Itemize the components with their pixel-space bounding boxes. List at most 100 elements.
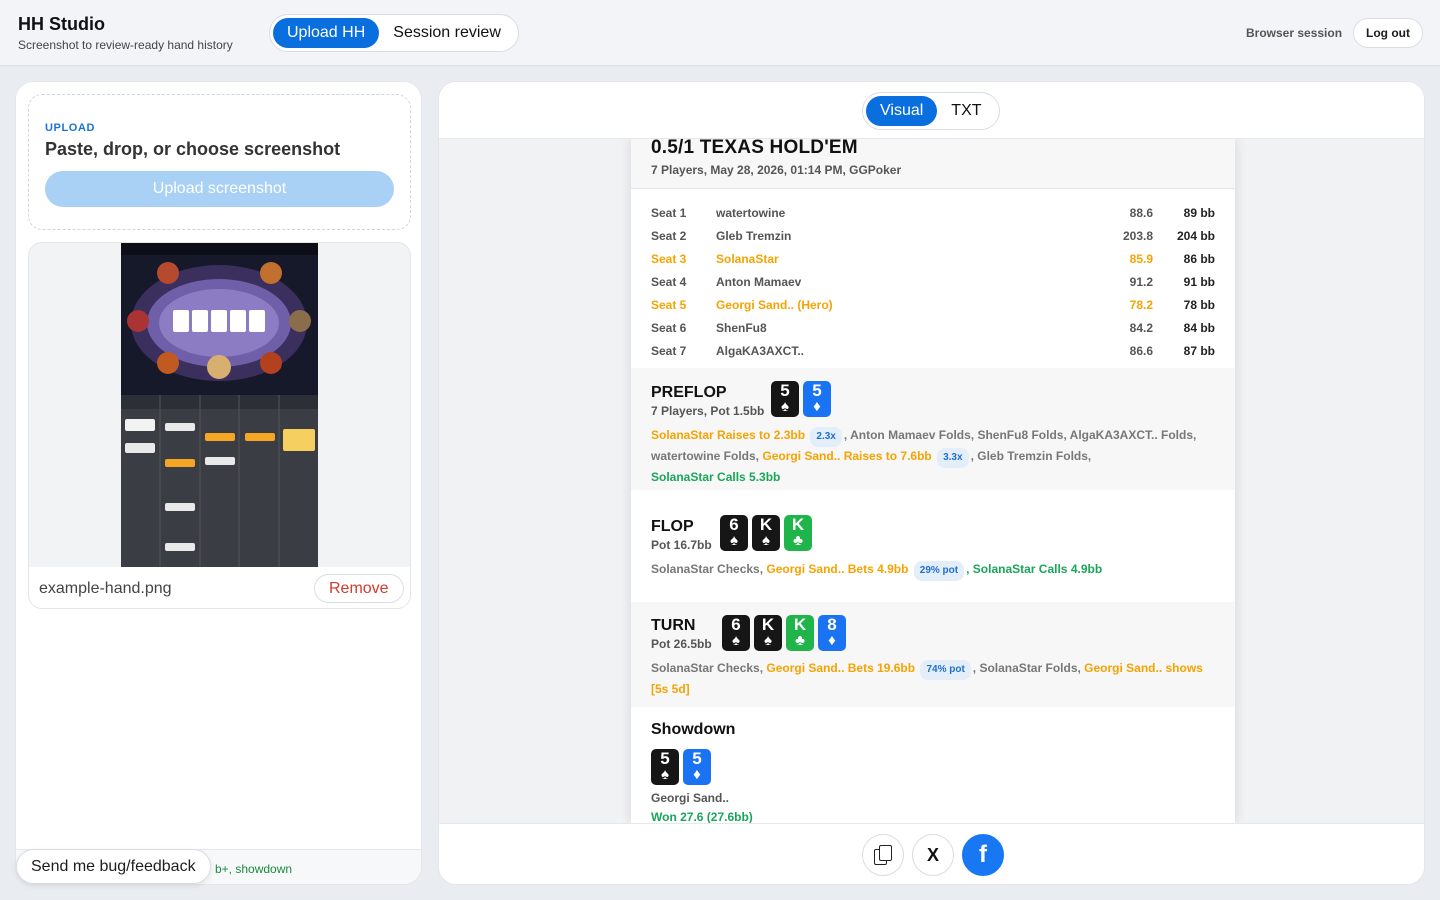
turn-title: TURN — [651, 617, 696, 634]
card-suit-icon: ♠ — [730, 532, 738, 549]
tab-visual[interactable]: Visual — [866, 96, 938, 126]
player-name: SolanaStar — [716, 252, 779, 266]
file-preview-card: example-hand.png Remove — [28, 242, 411, 609]
file-name: example-hand.png — [39, 580, 172, 597]
action-call: SolanaStar Calls 5.3bb — [651, 470, 781, 484]
view-toggle-bar: Visual TXT — [439, 82, 1424, 139]
playing-card: 5 ♦ — [803, 381, 831, 417]
action-check: SolanaStar Checks, — [651, 562, 767, 576]
flop-sub: Pot 16.7bb — [651, 538, 712, 552]
showdown-section: Showdown 5 ♠ 5 ♦ Georgi Sand.. Won 27.6 (27… — [631, 707, 1235, 823]
seat-number: Seat 2 — [651, 229, 687, 243]
action-hero-bet: Georgi Sand.. Bets 4.9bb — [766, 562, 909, 576]
action-fold: , SolanaStar Folds, — [972, 661, 1085, 675]
preflop-actions: SolanaStar Raises to 2.3bb 2.3x, Anton M… — [651, 426, 1211, 486]
raise-size-badge: 3.3x — [937, 448, 969, 468]
card-suit-icon: ♠ — [732, 632, 740, 649]
logout-button[interactable]: Log out — [1353, 18, 1423, 48]
playing-card: K ♠ — [754, 615, 782, 651]
showdown-player: Georgi Sand.. — [651, 791, 730, 805]
copy-button[interactable] — [862, 834, 904, 876]
bet-size-badge: 74% pot — [920, 660, 971, 680]
stack-bb: 91 bb — [1183, 275, 1215, 289]
stack-bb: 87 bb — [1183, 344, 1215, 358]
x-icon: X — [926, 844, 939, 865]
playing-card: 6 ♠ — [720, 515, 748, 551]
app-title: HH Studio — [18, 14, 105, 34]
game-subtitle: 7 Players, May 28, 2026, 01:14 PM, GGPok… — [651, 163, 902, 177]
stack-bb: 86 bb — [1183, 252, 1215, 266]
hand-preview-area[interactable]: 0.5/1 TEXAS HOLD'EM 7 Players, May 28, 2… — [439, 139, 1424, 823]
stack-bb: 204 bb — [1176, 229, 1215, 243]
action-hero-raise: Georgi Sand.. Raises to 7.6bb — [762, 449, 932, 463]
playing-card: K ♠ — [752, 515, 780, 551]
stack-bb: 84 bb — [1183, 321, 1215, 335]
preflop-sub: 7 Players, Pot 1.5bb — [651, 404, 765, 418]
seat-number: Seat 1 — [651, 206, 687, 220]
raise-size-badge: 2.3x — [810, 427, 842, 447]
stack-bb: 78 bb — [1183, 298, 1215, 312]
seat-row: Seat 1 watertowine 88.6 89 bb — [631, 202, 1235, 225]
playing-card: 5 ♠ — [771, 381, 799, 417]
stack-value: 91.2 — [1129, 275, 1153, 289]
upload-title: Paste, drop, or choose screenshot — [45, 139, 341, 159]
player-name: watertowine — [716, 206, 786, 220]
player-name: AlgaKA3AXCT.. — [716, 344, 805, 358]
view-toggle: Visual TXT — [862, 92, 1000, 130]
seat-row: Seat 7 AlgaKA3AXCT.. 86.6 87 bb — [631, 340, 1235, 363]
action-hero-bet: Georgi Sand.. Bets 19.6bb — [766, 661, 916, 675]
hand-header: 0.5/1 TEXAS HOLD'EM 7 Players, May 28, 2… — [631, 139, 1235, 189]
player-name: ShenFu8 — [716, 321, 767, 335]
bet-size-badge: 29% pot — [913, 561, 965, 581]
card-suit-icon: ♠ — [764, 632, 772, 649]
screenshot-thumbnail — [121, 243, 318, 567]
copy-icon — [874, 845, 892, 865]
upload-screenshot-button[interactable]: Upload screenshot — [45, 171, 394, 207]
stack-value: 85.9 — [1129, 252, 1153, 266]
seat-number: Seat 3 — [651, 252, 687, 266]
brand: HH Studio Screenshot to review-ready han… — [18, 14, 233, 52]
tab-session-review[interactable]: Session review — [379, 18, 515, 48]
stack-value: 84.2 — [1129, 321, 1153, 335]
stack-value: 88.6 — [1129, 206, 1153, 220]
turn-sub: Pot 26.5bb — [651, 637, 712, 651]
playing-card: 8 ♦ — [818, 615, 846, 651]
hand-sheet: 0.5/1 TEXAS HOLD'EM 7 Players, May 28, 2… — [631, 139, 1235, 823]
card-suit-icon: ♠ — [661, 766, 669, 783]
share-x-button[interactable]: X — [912, 834, 954, 876]
dropzone[interactable]: UPLOAD Paste, drop, or choose screenshot… — [28, 94, 411, 230]
upload-tag: UPLOAD — [45, 122, 96, 134]
upload-panel: UPLOAD Paste, drop, or choose screenshot… — [15, 81, 422, 885]
seat-row: Seat 5 Georgi Sand.. (Hero) 78.2 78 bb — [631, 294, 1235, 317]
showdown-result: Won 27.6 (27.6bb) — [651, 810, 753, 823]
player-name: Anton Mamaev — [716, 275, 802, 289]
card-suit-icon: ♠ — [781, 398, 789, 415]
stack-bb: 89 bb — [1183, 206, 1215, 220]
tab-upload-hh[interactable]: Upload HH — [273, 18, 380, 48]
seat-row: Seat 3 SolanaStar 85.9 86 bb — [631, 248, 1235, 271]
game-title: 0.5/1 TEXAS HOLD'EM — [651, 139, 858, 158]
feedback-button[interactable]: Send me bug/feedback — [16, 849, 211, 884]
main-tabs: Upload HH Session review — [269, 14, 519, 52]
facebook-icon: f — [979, 841, 987, 868]
playing-card: 6 ♠ — [722, 615, 750, 651]
flop-actions: SolanaStar Checks, Georgi Sand.. Bets 4.… — [651, 560, 1211, 581]
showdown-title: Showdown — [651, 721, 736, 738]
action-raise: SolanaStar Raises to 2.3bb — [651, 428, 806, 442]
tab-txt[interactable]: TXT — [937, 96, 995, 126]
stack-value: 203.8 — [1122, 229, 1153, 243]
seat-number: Seat 6 — [651, 321, 687, 335]
browser-session-label: Browser session — [1246, 26, 1343, 40]
seat-row: Seat 2 Gleb Tremzin 203.8 204 bb — [631, 225, 1235, 248]
turn-section: TURN Pot 26.5bb 6 ♠ K ♠ K ♣ 8 ♦ SolanaStar Chec… — [631, 602, 1235, 707]
action-folds: , Gleb Tremzin Folds, — [970, 449, 1092, 463]
card-suit-icon: ♣ — [793, 532, 803, 549]
remove-button[interactable]: Remove — [314, 574, 404, 603]
playing-card: K ♣ — [786, 615, 814, 651]
preflop-section: PREFLOP 7 Players, Pot 1.5bb 5 ♠ 5 ♦ Solana… — [631, 368, 1235, 490]
share-facebook-button[interactable]: f — [962, 834, 1004, 876]
seat-row: Seat 4 Anton Mamaev 91.2 91 bb — [631, 271, 1235, 294]
status-text: b+, showdown — [215, 862, 293, 876]
card-suit-icon: ♦ — [828, 632, 836, 649]
playing-card: 5 ♦ — [683, 749, 711, 785]
